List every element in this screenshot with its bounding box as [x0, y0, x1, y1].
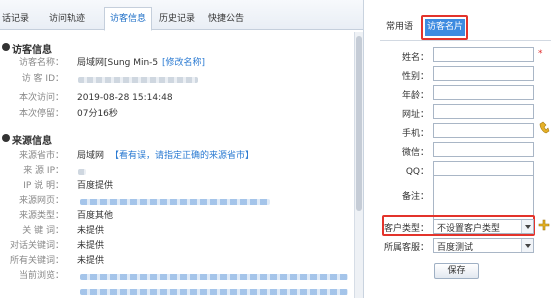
tab-chat-record[interactable]: 话记录 — [0, 8, 34, 30]
age-field[interactable] — [433, 85, 534, 100]
source-page-row: 来源网页： — [0, 194, 352, 209]
dialog-keyword-value: 未提供 — [77, 241, 105, 251]
qq-field[interactable] — [433, 161, 534, 176]
field-label: 来源网页： — [18, 196, 64, 206]
phone-label: 手机： — [401, 129, 429, 139]
chevron-down-icon — [521, 220, 533, 233]
owner-select[interactable]: 百度测试 — [433, 238, 534, 253]
all-keywords-row: 所有关键词： 未提供 — [0, 254, 352, 269]
source-page-link[interactable] — [80, 199, 270, 205]
source-info-title: 来源信息 — [12, 136, 52, 147]
field-label: 关 键 词： — [22, 226, 64, 236]
field-label: 访客名称： — [18, 58, 64, 68]
section-bullet — [2, 43, 10, 51]
field-label: IP 说 明： — [23, 181, 64, 191]
age-label: 年龄： — [401, 91, 429, 101]
ip-info-value: 百度提供 — [77, 181, 114, 191]
tab-common-phrases[interactable]: 常用语 — [384, 19, 415, 36]
stay-time-value: 07分16秒 — [77, 109, 118, 119]
left-panel: 话记录 访问轨迹 访客信息 历史记录 快捷公告 访客信息 访客名称： 局域网[S… — [0, 0, 364, 298]
source-type-row: 来源类型： 百度其他 — [0, 209, 352, 224]
wechat-label: 微信： — [401, 148, 429, 158]
source-province-row: 来源省市： 局域网 【看有误，请指定正确的来源省市】 — [0, 149, 352, 164]
field-label: 对话关键词： — [9, 241, 64, 251]
visitor-name-value: 局域网[Sung Min-5 — [77, 58, 159, 68]
province-value: 局域网 — [77, 151, 105, 161]
remark-textarea[interactable] — [433, 175, 534, 220]
owner-label: 所属客服： — [384, 243, 430, 253]
edit-name-link[interactable]: [修改名称] — [162, 56, 205, 71]
section-bullet — [2, 134, 10, 142]
source-type-value: 百度其他 — [77, 211, 114, 221]
keyword-row: 关 键 词： 未提供 — [0, 224, 352, 239]
field-label: 所有关键词： — [9, 256, 64, 266]
field-label: 访 客 ID： — [21, 74, 64, 84]
save-button[interactable]: 保存 — [434, 263, 479, 279]
scrollbar-thumb[interactable] — [356, 36, 362, 211]
qq-label: QQ： — [405, 167, 429, 177]
field-label: 当前浏览： — [18, 271, 64, 281]
all-keywords-value: 未提供 — [77, 256, 105, 266]
customer-type-value: 不设置客户类型 — [437, 224, 501, 234]
right-panel: 常用语 访客名片 姓名： * 性别： 年龄： 网址： 手机： 微信： QQ： 备… — [380, 0, 551, 298]
current-page-row: 当前浏览： — [0, 269, 352, 284]
website-field[interactable] — [433, 104, 534, 119]
visit-time-row: 本次访问： 2019-08-28 15:14:48 — [0, 91, 352, 106]
redacted-id — [78, 77, 198, 83]
dialog-keyword-row: 对话关键词： 未提供 — [0, 239, 352, 254]
chevron-down-icon — [521, 239, 533, 252]
stay-time-row: 本次停留： 07分16秒 — [0, 107, 352, 122]
visit-time-value: 2019-08-28 15:14:48 — [77, 93, 173, 103]
tab-quick-notice[interactable]: 快捷公告 — [203, 8, 249, 30]
phone-field[interactable] — [433, 123, 534, 138]
field-label: 来源类型： — [18, 211, 64, 221]
field-label: 本次访问： — [18, 93, 64, 103]
gender-label: 性别： — [401, 72, 429, 82]
source-ip-row: 来 源 IP： — [0, 164, 352, 179]
website-label: 网址： — [401, 110, 429, 120]
owner-value: 百度测试 — [437, 243, 474, 253]
scrollbar[interactable] — [354, 32, 363, 298]
field-label: 来 源 IP： — [23, 166, 64, 176]
tab-history[interactable]: 历史记录 — [154, 8, 200, 30]
name-field[interactable] — [433, 47, 534, 62]
visitor-id-row: 访 客 ID： — [0, 72, 352, 87]
visitor-info-title: 访客信息 — [12, 45, 52, 56]
redacted-ip — [78, 169, 86, 175]
highlight-box — [421, 15, 468, 40]
field-label: 本次停留： — [18, 109, 64, 119]
field-label: 来源省市： — [18, 151, 64, 161]
tab-bar: 话记录 访问轨迹 访客信息 历史记录 快捷公告 — [0, 0, 363, 31]
current-page-link-2[interactable] — [80, 289, 348, 295]
gender-field[interactable] — [433, 66, 534, 81]
tab-visitor-info[interactable]: 访客信息 — [104, 7, 153, 31]
visitor-name-row: 访客名称： 局域网[Sung Min-5 [修改名称] — [0, 56, 352, 71]
remark-label: 备注： — [401, 192, 429, 202]
correct-province-link[interactable]: 【看有误，请指定正确的来源省市】 — [110, 149, 254, 164]
required-mark: * — [538, 49, 543, 59]
tab-visit-track[interactable]: 访问轨迹 — [44, 8, 90, 30]
current-page-link[interactable] — [80, 274, 348, 280]
customer-type-label: 客户类型： — [384, 224, 430, 234]
customer-type-select[interactable]: 不设置客户类型 — [433, 219, 534, 234]
phone-locate-icon[interactable] — [538, 121, 550, 134]
add-customer-type-icon[interactable] — [538, 219, 550, 232]
divider — [380, 40, 551, 41]
ip-info-row: IP 说 明： 百度提供 — [0, 179, 352, 194]
name-label: 姓名： — [401, 53, 429, 63]
keyword-value: 未提供 — [77, 226, 105, 236]
wechat-field[interactable] — [433, 142, 534, 157]
